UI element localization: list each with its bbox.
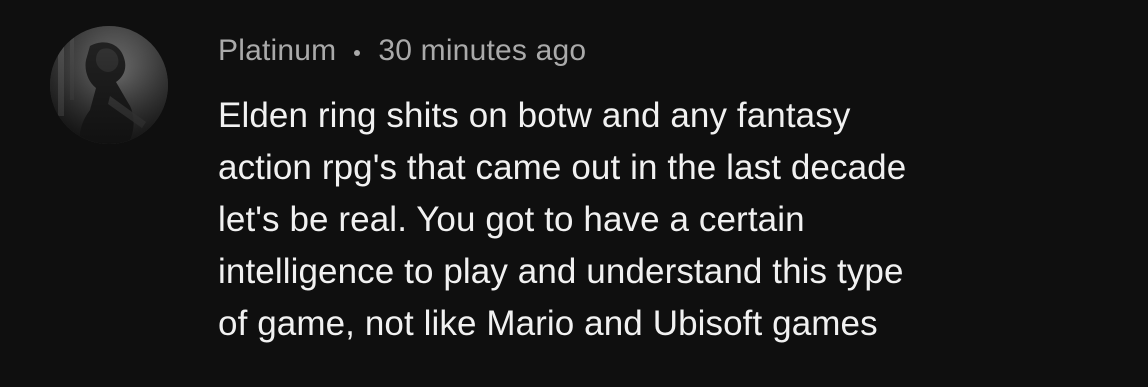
separator-dot-icon [354, 50, 361, 56]
comment-text-line: of game, not like Mario and Ubisoft game… [218, 304, 878, 343]
author-name[interactable]: Platinum [218, 34, 336, 68]
comment-timestamp[interactable]: 30 minutes ago [378, 34, 586, 68]
user-avatar-photo-icon [50, 26, 168, 144]
comment-text-line: action rpg's that came out in the last d… [218, 148, 907, 187]
comment: Platinum 30 minutes ago Elden ring shits… [0, 0, 1148, 387]
user-avatar[interactable] [50, 26, 168, 144]
comment-text-line: let's be real. You got to have a certain [218, 200, 805, 239]
comment-text-line: intelligence to play and understand this… [218, 252, 904, 291]
comment-header: Platinum 30 minutes ago [218, 26, 586, 76]
comment-text: Elden ring shits on botw and any fantasy… [218, 90, 1118, 350]
comment-text-line: Elden ring shits on botw and any fantasy [218, 96, 851, 135]
